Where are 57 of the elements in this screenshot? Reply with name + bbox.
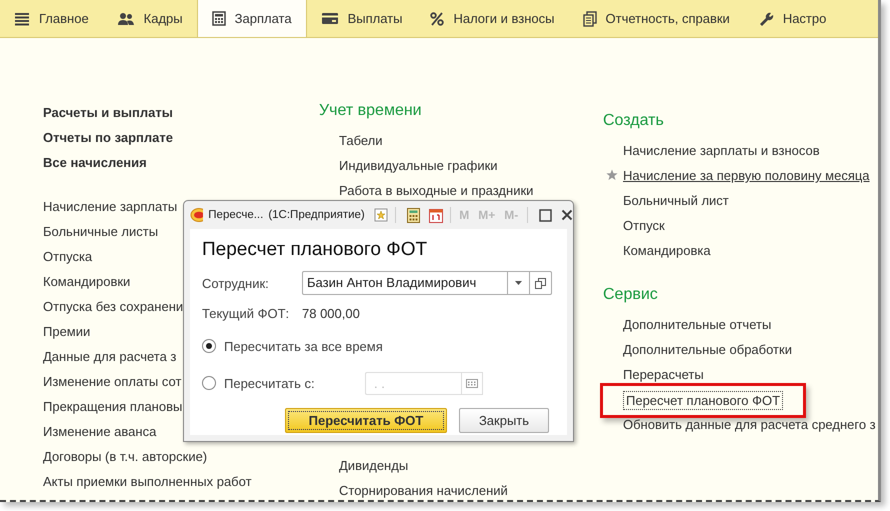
- favorite-icon[interactable]: [374, 208, 388, 222]
- field-label: Сотрудник:: [202, 276, 270, 290]
- section-tab[interactable]: Кадры: [102, 0, 197, 37]
- maximize-icon[interactable]: [538, 208, 552, 222]
- nav-link[interactable]: Работа в выходные и праздники: [319, 178, 603, 203]
- window-title: Пересче...: [208, 209, 264, 221]
- group-title: Создать: [603, 111, 665, 131]
- radio-label: Пересчитать с:: [224, 376, 316, 390]
- nav-link[interactable]: Договоры (в т.ч. авторские): [43, 444, 319, 469]
- menu-icon: [14, 12, 30, 26]
- nav-link[interactable]: Табели: [319, 128, 603, 153]
- group-title: Учет времени: [319, 101, 423, 121]
- nav-link[interactable]: Больничный лист: [623, 188, 729, 213]
- group-title: Сервис: [603, 285, 659, 305]
- documents-icon: [582, 10, 596, 26]
- nav-link[interactable]: Отпуск: [623, 213, 665, 238]
- nav-link[interactable]: Индивидуальные графики: [319, 153, 603, 178]
- nav-link[interactable]: Акты приемки выполненных работ: [43, 469, 319, 494]
- radio-button[interactable]: [202, 376, 216, 390]
- calculator-icon[interactable]: [406, 208, 420, 222]
- section-tab[interactable]: Налоги и взносы: [416, 0, 568, 37]
- nav-link[interactable]: Начисление за первую половину месяца: [623, 163, 870, 188]
- section-tab[interactable]: Главное: [0, 0, 103, 37]
- wrench-icon: [758, 10, 774, 26]
- nav-link[interactable]: Начисление зарплаты и взносов: [623, 138, 820, 163]
- nav-link[interactable]: Дополнительные отчеты: [623, 312, 772, 337]
- nav-link[interactable]: Командировка: [623, 238, 711, 263]
- nav-link[interactable]: Дополнительные обработки: [623, 337, 792, 362]
- nav-link[interactable]: Пересчет планового ФОТ: [623, 391, 784, 410]
- dialog-button[interactable]: Пересчитать ФОТ: [285, 408, 447, 433]
- calendar-button[interactable]: [461, 372, 483, 394]
- calendar-icon[interactable]: [466, 378, 478, 388]
- nav-link[interactable]: Перерасчеты: [623, 362, 704, 387]
- section-tab[interactable]: Отчетность, справки: [568, 0, 744, 37]
- section-tab[interactable]: Выплаты: [306, 0, 416, 37]
- section-link[interactable]: Расчеты и выплаты: [43, 100, 319, 125]
- section-tab[interactable]: Зарплата: [196, 0, 307, 37]
- calendar-icon[interactable]: [428, 208, 442, 222]
- nav-link[interactable]: Сторнирования начислений: [319, 478, 603, 500]
- section-link[interactable]: Все начисления: [43, 150, 319, 175]
- fot-value: 78 000,00: [302, 306, 360, 321]
- window-title: (1С:Предприятие): [268, 209, 365, 221]
- nav-link[interactable]: Обновить данные для расчета среднего з: [623, 412, 876, 437]
- section-tab[interactable]: Настро: [744, 0, 840, 37]
- card-icon: [320, 12, 339, 25]
- field-label: Текущий ФОТ:: [202, 306, 290, 321]
- radio-label: Пересчитать за все время: [224, 338, 383, 354]
- people-icon: [116, 12, 135, 26]
- radio-button[interactable]: [202, 339, 216, 353]
- dialog-button[interactable]: Закрыть: [459, 408, 549, 433]
- close-icon[interactable]: [560, 209, 573, 221]
- nav-link[interactable]: Дивиденды: [319, 453, 603, 478]
- app-logo-icon: [190, 208, 204, 222]
- percent-icon: [430, 12, 444, 26]
- calculator-icon: [212, 11, 226, 26]
- dialog-heading: Пересчет планового ФОТ: [202, 238, 428, 262]
- section-link[interactable]: Отчеты по зарплате: [43, 125, 319, 150]
